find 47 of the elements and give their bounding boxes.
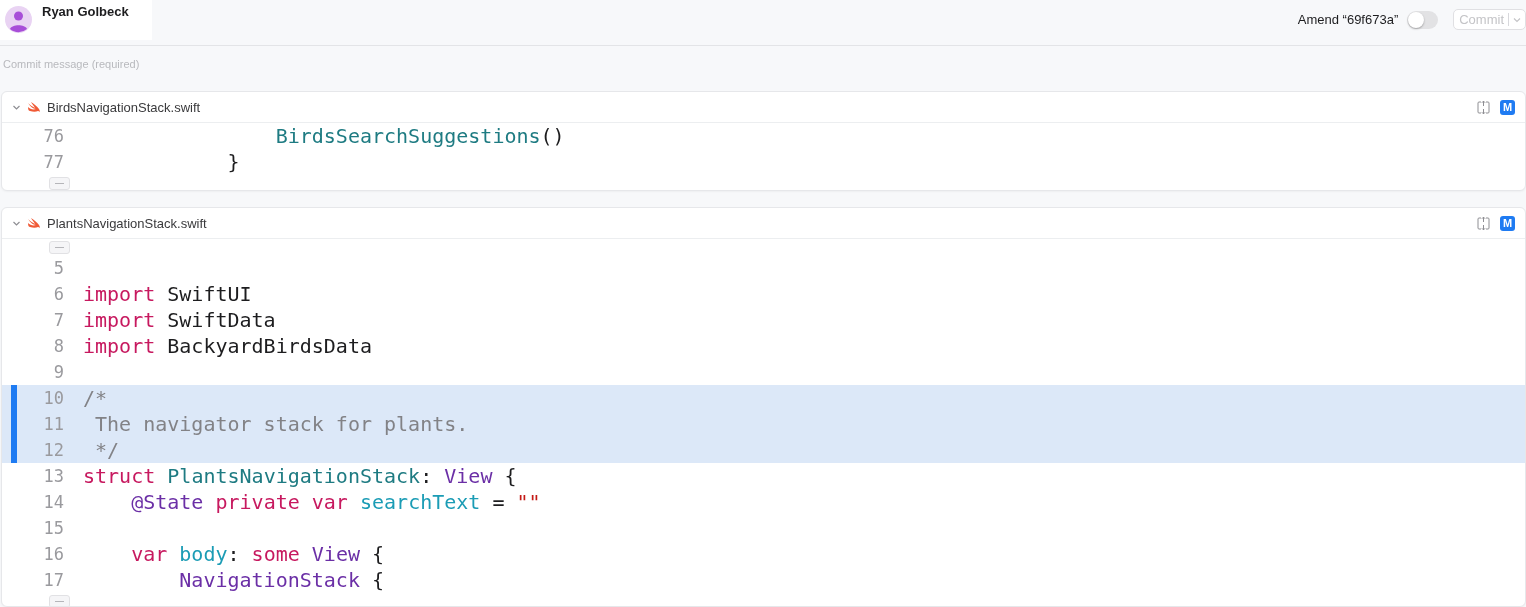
line-number: 8 [52,336,64,357]
line-number: 14 [42,492,64,513]
expand-icon[interactable] [1476,215,1491,231]
fold-button[interactable] [49,176,70,190]
line-number: 7 [52,310,64,331]
modified-badge: M [1500,215,1515,231]
staged-bar[interactable] [11,437,17,464]
code-line: /* [83,386,108,411]
code-line: NavigationStack { [178,568,385,593]
line-number: 10 [42,388,64,409]
line-number: 13 [42,466,64,487]
fold-button[interactable] [49,594,70,606]
staged-line-highlight[interactable]: 11 The navigator stack for plants. [2,411,1525,438]
code-line: @State private var searchText = "" [130,490,541,515]
user-name: Ryan Golbeck [42,4,129,19]
expand-icon[interactable] [1476,99,1491,115]
swift-icon [27,101,41,114]
line-number: 11 [42,414,64,435]
line-number: 6 [52,284,64,305]
file-name: PlantsNavigationStack.swift [47,215,207,231]
line-number: 15 [42,518,64,539]
line-number: 76 [42,126,64,147]
code-line: BirdsSearchSuggestions() [274,124,565,149]
line-number: 12 [42,440,64,461]
code-line: */ [94,438,120,463]
avatar-icon [5,6,32,33]
code-line: import BackyardBirdsData [83,334,372,359]
amend-label: Amend “69f673a” [1297,12,1399,27]
code-line: } [226,150,240,175]
code-line: import SwiftData [83,308,276,333]
modified-badge: M [1500,99,1515,115]
amend-toggle[interactable] [1407,10,1439,29]
line-number: 9 [52,362,64,383]
file-name: BirdsNavigationStack.swift [47,99,201,115]
code-line: The navigator stack for plants. [94,412,469,437]
line-number: 77 [42,152,64,173]
line-number: 5 [52,258,64,279]
code-line: var body: some View { [130,542,385,567]
commit-message-field[interactable]: Commit message (required) [0,45,1526,84]
staged-line-highlight[interactable]: 10 /* [2,385,1525,412]
fold-button[interactable] [49,240,70,254]
swift-icon [27,217,41,230]
code-line: struct PlantsNavigationStack: View { [83,464,517,489]
line-number: 16 [42,544,64,565]
line-number: 17 [42,570,64,591]
code-line: import SwiftUI [83,282,252,307]
staged-line-highlight[interactable]: 12 */ [2,437,1525,464]
